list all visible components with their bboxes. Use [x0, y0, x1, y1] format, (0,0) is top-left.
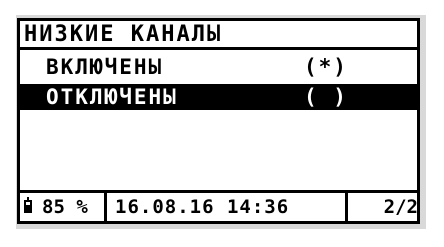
menu-title: НИЗКИЕ КАНАЛЫ [24, 22, 223, 47]
radio-mark: ( ) [304, 85, 348, 109]
status-separator [345, 193, 348, 221]
date-time: 16.08.16 14:36 [115, 196, 290, 218]
battery-icon [24, 197, 32, 213]
lcd-display: НИЗКИЕ КАНАЛЫ ВКЛЮЧЕНЫ (*) ОТКЛЮЧЕНЫ ( )… [17, 18, 420, 224]
title-divider [20, 47, 417, 50]
status-bar: 85 % 16.08.16 14:36 2/2 [20, 193, 418, 221]
menu-item-enabled[interactable]: ВКЛЮЧЕНЫ (*) [20, 54, 417, 80]
status-separator [104, 193, 107, 221]
menu-item-disabled[interactable]: ОТКЛЮЧЕНЫ ( ) [20, 84, 417, 110]
page-indicator: 2/2 [383, 196, 418, 218]
menu-item-label: ОТКЛЮЧЕНЫ [46, 85, 178, 109]
radio-mark: (*) [304, 55, 348, 79]
battery-level: 85 % [42, 196, 88, 218]
menu-item-label: ВКЛЮЧЕНЫ [46, 55, 164, 79]
